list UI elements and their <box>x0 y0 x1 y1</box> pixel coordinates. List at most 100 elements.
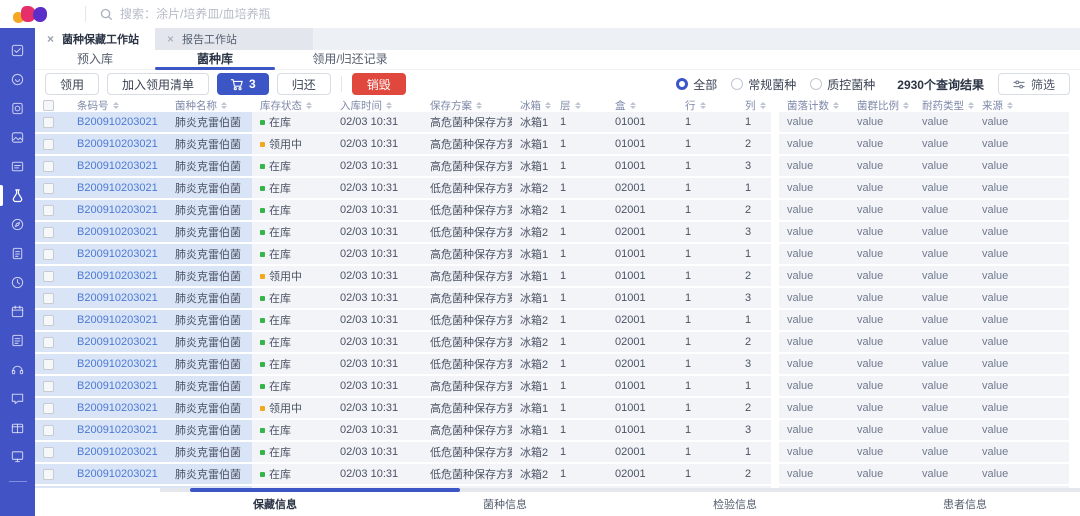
gallery-icon[interactable] <box>0 123 35 152</box>
barcode-cell[interactable]: B200910203021 <box>69 288 167 308</box>
table-row[interactable]: B200910203021 肺炎克雷伯菌 在库 02/03 10:31 高危菌种… <box>35 244 1080 266</box>
col-inbound-time[interactable]: 入库时间 <box>332 98 422 113</box>
table-row[interactable]: B200910203021 肺炎克雷伯菌 在库 02/03 10:31 高危菌种… <box>35 376 1080 398</box>
card-icon[interactable] <box>0 152 35 181</box>
radio-regular-strains[interactable]: 常规菌种 <box>731 76 796 93</box>
col-colony-count[interactable]: 菌落计数 <box>779 98 849 113</box>
col-storage-plan[interactable]: 保存方案 <box>422 98 512 113</box>
monitor-icon[interactable] <box>0 442 35 471</box>
row-checkbox[interactable] <box>43 425 54 436</box>
barcode-cell[interactable]: B200910203021 <box>69 398 167 418</box>
sort-icon[interactable] <box>630 102 636 109</box>
col-stock-status[interactable]: 库存状态 <box>252 98 332 113</box>
sort-icon[interactable] <box>476 102 482 109</box>
barcode-cell[interactable]: B200910203021 <box>69 200 167 220</box>
table-row[interactable]: B200910203021 肺炎克雷伯菌 在库 02/03 10:31 低危菌种… <box>35 200 1080 222</box>
tab-preservation-info[interactable]: 保藏信息 <box>160 496 390 512</box>
radio-all[interactable]: 全部 <box>676 76 717 93</box>
table-row[interactable]: B200910203021 肺炎克雷伯菌 在库 02/03 10:31 低危菌种… <box>35 354 1080 376</box>
destroy-button[interactable]: 销毁 <box>352 73 406 95</box>
col-barcode[interactable]: 条码号 <box>69 98 167 113</box>
barcode-cell[interactable]: B200910203021 <box>69 134 167 154</box>
barcode-cell[interactable]: B200910203021 <box>69 354 167 374</box>
row-checkbox[interactable] <box>43 293 54 304</box>
barcode-cell[interactable]: B200910203021 <box>69 178 167 198</box>
select-all-checkbox[interactable] <box>43 100 54 111</box>
barcode-cell[interactable]: B200910203021 <box>69 310 167 330</box>
sort-icon[interactable] <box>700 102 706 109</box>
row-checkbox[interactable] <box>43 447 54 458</box>
calendar-icon[interactable] <box>0 297 35 326</box>
barcode-cell[interactable]: B200910203021 <box>69 222 167 242</box>
col-layer[interactable]: 层 <box>552 98 607 113</box>
tab-strain-preservation-workstation[interactable]: × 菌种保藏工作站 <box>35 28 155 50</box>
close-icon[interactable]: × <box>47 33 54 45</box>
barcode-cell[interactable]: B200910203021 <box>69 420 167 440</box>
package-icon[interactable] <box>0 413 35 442</box>
row-checkbox[interactable] <box>43 271 54 282</box>
table-row[interactable]: B200910203021 肺炎克雷伯菌 在库 02/03 10:31 高危菌种… <box>35 156 1080 178</box>
table-row[interactable]: B200910203021 肺炎克雷伯菌 在库 02/03 10:31 低危菌种… <box>35 222 1080 244</box>
tab-patient-info[interactable]: 患者信息 <box>850 496 1080 512</box>
subtab-pre-inbound[interactable]: 预入库 <box>35 50 155 69</box>
form-icon[interactable] <box>0 326 35 355</box>
barcode-cell[interactable]: B200910203021 <box>69 156 167 176</box>
message-icon[interactable] <box>0 384 35 413</box>
barcode-cell[interactable]: B200910203021 <box>69 244 167 264</box>
col-fridge[interactable]: 冰箱 <box>512 98 552 113</box>
sort-icon[interactable] <box>575 102 581 109</box>
petri-dish-icon[interactable] <box>0 65 35 94</box>
flask-icon[interactable] <box>0 181 35 210</box>
table-row[interactable]: B200910203021 肺炎克雷伯菌 领用中 02/03 10:31 高危菌… <box>35 266 1080 288</box>
close-icon[interactable]: × <box>167 33 174 45</box>
table-row[interactable]: B200910203021 肺炎克雷伯菌 在库 02/03 10:31 低危菌种… <box>35 178 1080 200</box>
row-checkbox[interactable] <box>43 161 54 172</box>
row-checkbox[interactable] <box>43 359 54 370</box>
sort-icon[interactable] <box>760 102 766 109</box>
barcode-cell[interactable]: B200910203021 <box>69 332 167 352</box>
compass-icon[interactable] <box>0 210 35 239</box>
col-flora-ratio[interactable]: 菌群比例 <box>849 98 914 113</box>
row-checkbox[interactable] <box>43 337 54 348</box>
sort-icon[interactable] <box>833 102 839 109</box>
sort-icon[interactable] <box>386 102 392 109</box>
col-strain-name[interactable]: 菌种名称 <box>167 98 252 113</box>
sort-icon[interactable] <box>113 102 119 109</box>
radio-qc-strains[interactable]: 质控菌种 <box>810 76 875 93</box>
sort-icon[interactable] <box>545 102 551 109</box>
table-row[interactable]: B200910203021 肺炎克雷伯菌 领用中 02/03 10:31 高危菌… <box>35 398 1080 420</box>
sort-icon[interactable] <box>1007 102 1013 109</box>
sort-icon[interactable] <box>903 102 909 109</box>
col-column[interactable]: 列 <box>737 98 771 113</box>
table-row[interactable]: B200910203021 肺炎克雷伯菌 在库 02/03 10:31 低危菌种… <box>35 332 1080 354</box>
row-checkbox[interactable] <box>43 117 54 128</box>
row-checkbox[interactable] <box>43 381 54 392</box>
row-checkbox[interactable] <box>43 315 54 326</box>
barcode-cell[interactable]: B200910203021 <box>69 376 167 396</box>
barcode-cell[interactable]: B200910203021 <box>69 442 167 462</box>
tasks-icon[interactable] <box>0 36 35 65</box>
sort-icon[interactable] <box>221 102 227 109</box>
row-checkbox[interactable] <box>43 249 54 260</box>
history-icon[interactable] <box>0 268 35 297</box>
row-checkbox[interactable] <box>43 469 54 480</box>
row-checkbox[interactable] <box>43 403 54 414</box>
table-row[interactable]: B200910203021 肺炎克雷伯菌 在库 02/03 10:31 低危菌种… <box>35 464 1080 486</box>
col-source[interactable]: 来源 <box>974 98 1069 113</box>
filter-button[interactable]: 筛选 <box>998 73 1070 95</box>
col-box[interactable]: 盒 <box>607 98 677 113</box>
col-resistance-type[interactable]: 耐药类型 <box>914 98 974 113</box>
cart-button[interactable]: 3 <box>217 73 269 95</box>
tab-report-workstation[interactable]: × 报告工作站 <box>155 28 313 50</box>
row-checkbox[interactable] <box>43 227 54 238</box>
table-row[interactable]: B200910203021 肺炎克雷伯菌 在库 02/03 10:31 高危菌种… <box>35 420 1080 442</box>
barcode-cell[interactable]: B200910203021 <box>69 266 167 286</box>
subtab-strain-library[interactable]: 菌种库 <box>155 50 275 69</box>
row-checkbox[interactable] <box>43 139 54 150</box>
table-row[interactable]: B200910203021 肺炎克雷伯菌 在库 02/03 10:31 低危菌种… <box>35 442 1080 464</box>
report-icon[interactable] <box>0 239 35 268</box>
search-input[interactable] <box>120 7 520 21</box>
sort-icon[interactable] <box>306 102 312 109</box>
tab-test-info[interactable]: 检验信息 <box>620 496 850 512</box>
checkout-button[interactable]: 领用 <box>45 73 99 95</box>
